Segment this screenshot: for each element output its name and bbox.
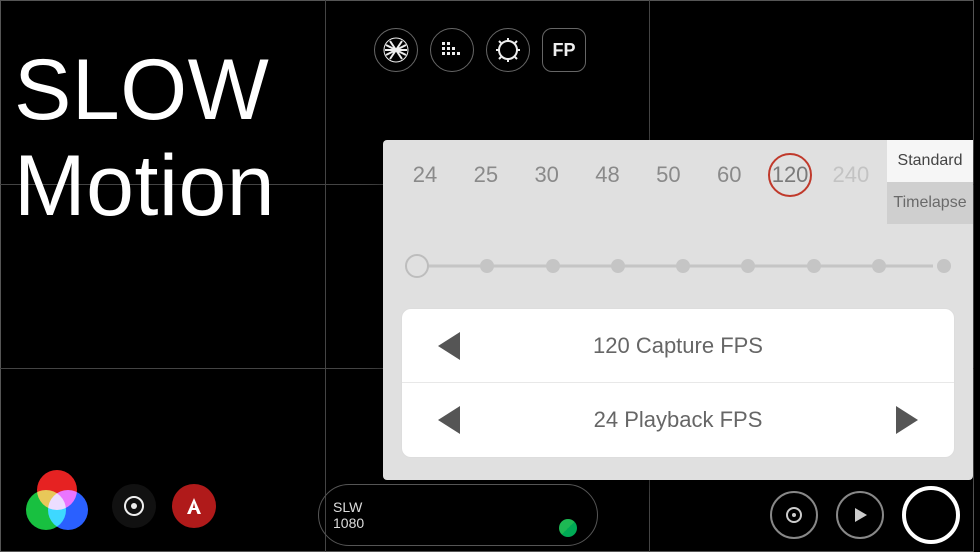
- target-icon[interactable]: [112, 484, 156, 528]
- playback-fps-increment[interactable]: [896, 406, 918, 434]
- slider-stop: [807, 259, 821, 273]
- bottom-right-controls: [770, 486, 960, 544]
- title-line1: SLOW: [14, 42, 275, 138]
- capture-fps-decrement[interactable]: [438, 332, 460, 360]
- status-dot-icon: [559, 519, 577, 537]
- fps-panel: Standard Timelapse 24 25 30 48 50 60 120 240 12…: [383, 140, 973, 480]
- playback-fps-decrement[interactable]: [438, 406, 460, 434]
- play-icon[interactable]: [836, 491, 884, 539]
- histogram-icon[interactable]: [430, 28, 474, 72]
- capture-fps-label: 120 Capture FPS: [460, 333, 896, 359]
- playback-slider[interactable]: [405, 252, 951, 280]
- fps-cards: 120 Capture FPS 24 Playback FPS: [401, 308, 955, 458]
- tab-standard[interactable]: Standard: [887, 140, 973, 182]
- slider-stop: [480, 259, 494, 273]
- tab-timelapse[interactable]: Timelapse: [887, 182, 973, 224]
- capture-fps-row: 120 Capture FPS: [402, 309, 954, 383]
- slider-stop: [676, 259, 690, 273]
- fps-option-48[interactable]: 48: [586, 162, 630, 188]
- fps-option-row: 24 25 30 48 50 60 120 240: [403, 162, 873, 188]
- fps-option-30[interactable]: 30: [525, 162, 569, 188]
- title-overlay: SLOW Motion: [14, 42, 275, 235]
- title-line2: Motion: [14, 138, 275, 234]
- fps-option-120[interactable]: 120: [768, 162, 812, 188]
- mode-text: SLW 1080: [333, 499, 364, 531]
- bottom-bar: SLW 1080: [0, 442, 980, 552]
- slider-stop: [611, 259, 625, 273]
- fps-option-25[interactable]: 25: [464, 162, 508, 188]
- slider-stop: [872, 259, 886, 273]
- color-balance-icon[interactable]: [26, 470, 88, 532]
- slider-stop: [546, 259, 560, 273]
- top-icon-bar: FP: [374, 28, 586, 72]
- slider-handle[interactable]: [405, 254, 429, 278]
- fps-option-24[interactable]: 24: [403, 162, 447, 188]
- fps-option-240: 240: [829, 162, 873, 188]
- fps-option-60[interactable]: 60: [707, 162, 751, 188]
- auto-icon[interactable]: [172, 484, 216, 528]
- focus-peaking-icon[interactable]: FP: [542, 28, 586, 72]
- slider-stop: [937, 259, 951, 273]
- zebra-icon[interactable]: [374, 28, 418, 72]
- settings-icon[interactable]: [770, 491, 818, 539]
- gear-icon[interactable]: [486, 28, 530, 72]
- record-button[interactable]: [902, 486, 960, 544]
- mode-indicator[interactable]: SLW 1080: [318, 484, 598, 546]
- slider-stop: [741, 259, 755, 273]
- fps-option-50[interactable]: 50: [646, 162, 690, 188]
- playback-fps-label: 24 Playback FPS: [460, 407, 896, 433]
- panel-tabs: Standard Timelapse: [887, 140, 973, 224]
